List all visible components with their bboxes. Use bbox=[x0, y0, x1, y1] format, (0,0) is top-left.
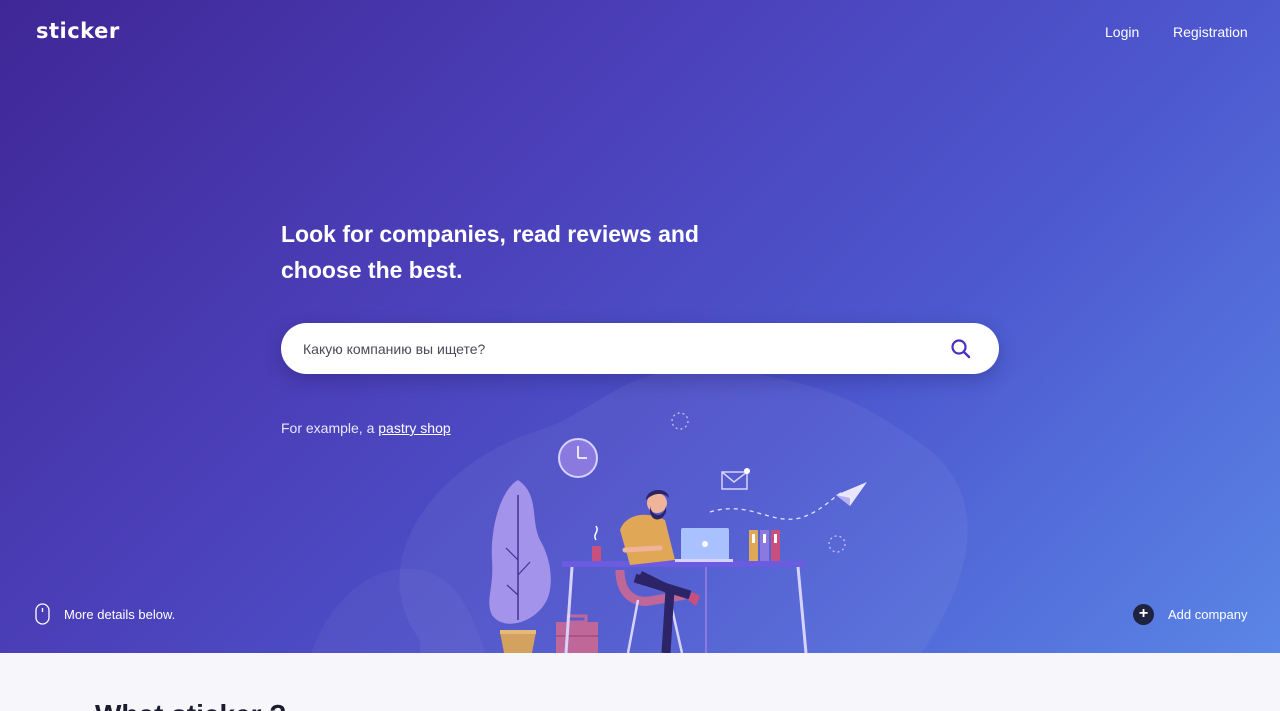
bag-icon bbox=[556, 614, 598, 653]
search-icon bbox=[951, 339, 971, 359]
search-box bbox=[281, 323, 999, 374]
example-prefix: For example, a bbox=[281, 420, 375, 436]
add-company-label: Add company bbox=[1168, 606, 1248, 622]
plant-icon bbox=[489, 480, 551, 653]
example-link-pastry-shop[interactable]: pastry shop bbox=[378, 420, 450, 436]
clock-icon bbox=[558, 438, 598, 478]
cup-icon bbox=[592, 525, 601, 561]
add-company-button[interactable]: + Add company bbox=[1133, 603, 1248, 625]
about-section: What sticker ? bbox=[0, 653, 1280, 711]
mouse-icon bbox=[35, 603, 50, 625]
logo[interactable]: sticker bbox=[36, 19, 120, 43]
plus-icon: + bbox=[1133, 603, 1154, 625]
folders-icon bbox=[749, 530, 780, 561]
laptop-icon bbox=[675, 528, 733, 562]
search-example: For example, a pastry shop bbox=[281, 420, 451, 436]
hero-headline: Look for companies, read reviews and cho… bbox=[281, 221, 699, 283]
office-illustration bbox=[489, 412, 867, 653]
more-details-hint[interactable]: More details below. bbox=[35, 603, 175, 625]
desk-icon bbox=[562, 561, 808, 653]
hero-section: sticker Login Registration Look for comp… bbox=[0, 0, 1280, 653]
login-link[interactable]: Login bbox=[1105, 24, 1139, 40]
person-icon bbox=[615, 489, 700, 653]
paper-plane-icon bbox=[836, 482, 867, 506]
search-input[interactable] bbox=[303, 323, 923, 374]
section-title: What sticker ? bbox=[95, 699, 286, 711]
more-details-label: More details below. bbox=[64, 606, 176, 622]
search-button[interactable] bbox=[949, 337, 973, 361]
registration-link[interactable]: Registration bbox=[1173, 24, 1248, 40]
envelope-icon bbox=[721, 468, 750, 490]
